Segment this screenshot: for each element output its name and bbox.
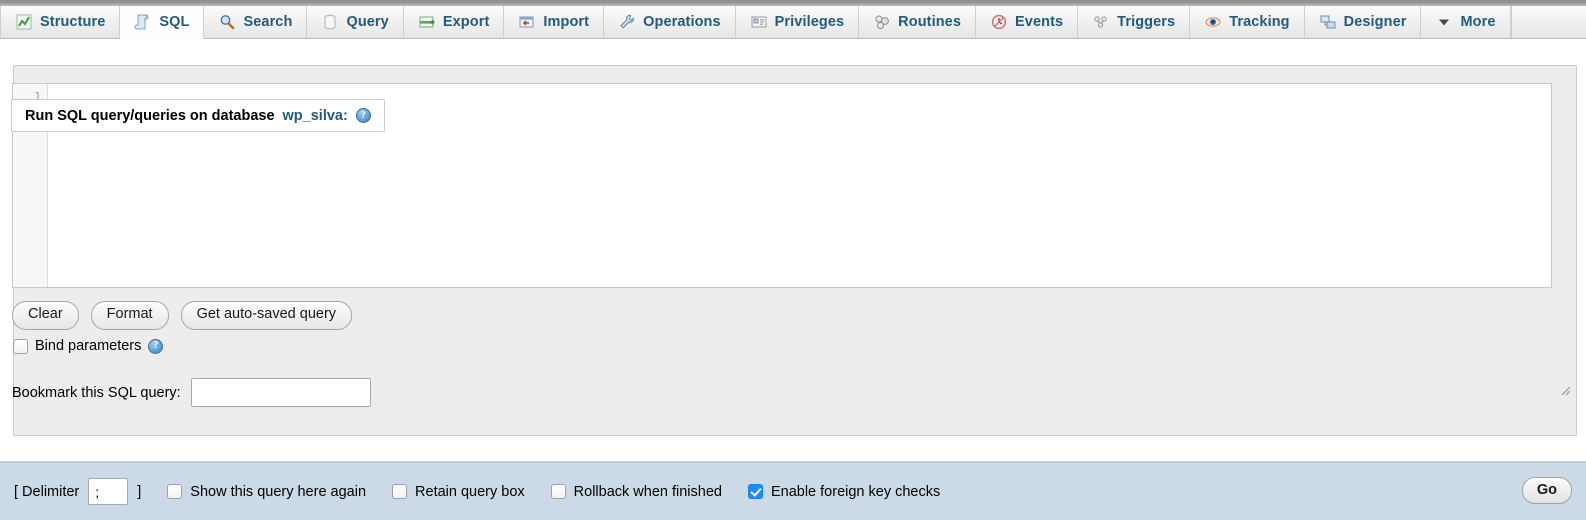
tab-label: SQL [159,14,190,30]
tab-label: Export [442,14,490,30]
triggers-icon [1094,16,1107,28]
footer-options: Show this query here again Retain query b… [141,484,940,500]
delimiter-open-label: [ Delimiter [14,483,80,500]
tab-operations[interactable]: Operations [604,6,736,38]
bind-parameters-row: Bind parameters ? [13,338,164,354]
tab-routines[interactable]: Routines [859,6,977,38]
format-button[interactable]: Format [90,301,169,330]
tab-events[interactable]: Events [976,6,1079,38]
tab-label: Triggers [1117,14,1176,30]
import-icon [519,16,534,28]
tab-privileges[interactable]: Privileges [735,6,860,38]
tab-label: Import [543,14,590,30]
footer-option-show-this-query-here-again[interactable]: Show this query here again [167,484,366,500]
get-auto-saved-query-button[interactable]: Get auto-saved query [180,301,353,330]
tab-label: More [1460,14,1496,30]
footer-option-retain-query-box[interactable]: Retain query box [392,484,525,500]
structure-icon [16,14,32,30]
delimiter-input[interactable] [88,478,129,505]
query-action-buttons: Clear Format Get auto-saved query [12,301,353,330]
footer-option-label: Enable foreign key checks [770,483,941,500]
bind-parameters-checkbox[interactable] [13,338,28,354]
footer-option-enable-foreign-key-checks[interactable]: Enable foreign key checks [747,483,941,500]
tab-label: Events [1015,14,1064,30]
footer-option-label: Show this query here again [190,483,367,500]
export-icon [419,16,435,28]
go-button[interactable]: Go [1521,477,1572,504]
operations-icon [620,14,635,29]
tab-triggers[interactable]: Triggers [1078,6,1191,38]
tab-sql[interactable]: SQL [120,6,205,39]
bind-parameters-help-icon[interactable]: ? [148,338,164,354]
tab-label: Routines [898,14,962,30]
database-name: wp_silva: [282,107,348,124]
query-legend-text: Run SQL query/queries on database [25,107,275,124]
tab-label: Tracking [1229,14,1290,30]
tab-label: Designer [1343,14,1407,30]
editor-resize-handle[interactable] [1559,384,1571,396]
clear-button[interactable]: Clear [12,301,79,330]
checkbox[interactable] [167,484,183,499]
delimiter-group: [ Delimiter ] [14,478,141,505]
sql-footer-bar: [ Delimiter ] Show this query here again… [0,462,1586,520]
routines-icon [875,15,890,29]
bookmark-row: Bookmark this SQL query: [12,378,371,407]
tab-label: Query [346,14,389,30]
tab-label: Structure [40,14,106,30]
sql-icon [134,14,149,30]
checkbox[interactable] [392,484,408,499]
tab-search[interactable]: Search [204,6,308,38]
tracking-icon [1205,17,1221,27]
main-tab-bar: Structure SQL Search Query Export Import Opera… [0,6,1586,39]
search-icon [221,15,235,30]
query-icon [324,14,336,30]
tab-designer[interactable]: Designer [1304,6,1422,38]
checkbox[interactable] [550,484,566,499]
query-legend: Run SQL query/queries on database wp_sil… [11,99,385,132]
tab-more[interactable]: More [1421,6,1511,38]
tab-import[interactable]: Import [504,6,605,38]
tab-label: Operations [643,14,721,30]
footer-option-label: Retain query box [415,483,525,500]
tab-query[interactable]: Query [307,6,404,38]
tab-bar-filler [1510,6,1586,38]
events-icon [991,14,1007,30]
tab-label: Privileges [774,14,845,30]
bookmark-label: Bookmark this SQL query: [12,384,181,401]
privileges-icon [751,16,767,28]
help-icon[interactable]: ? [355,108,371,123]
sql-panel: Run SQL query/queries on database wp_sil… [0,39,1586,520]
designer-icon [1320,15,1336,29]
tab-structure[interactable]: Structure [0,6,121,38]
footer-option-rollback-when-finished[interactable]: Rollback when finished [550,483,722,500]
chevron-down-icon [1439,19,1450,26]
bind-parameters-label: Bind parameters [35,338,142,354]
tab-export[interactable]: Export [403,6,505,38]
tab-tracking[interactable]: Tracking [1190,6,1305,38]
tab-label: Search [243,14,293,30]
footer-option-label: Rollback when finished [573,483,722,500]
bookmark-input[interactable] [190,378,371,407]
checkbox[interactable] [747,484,763,499]
